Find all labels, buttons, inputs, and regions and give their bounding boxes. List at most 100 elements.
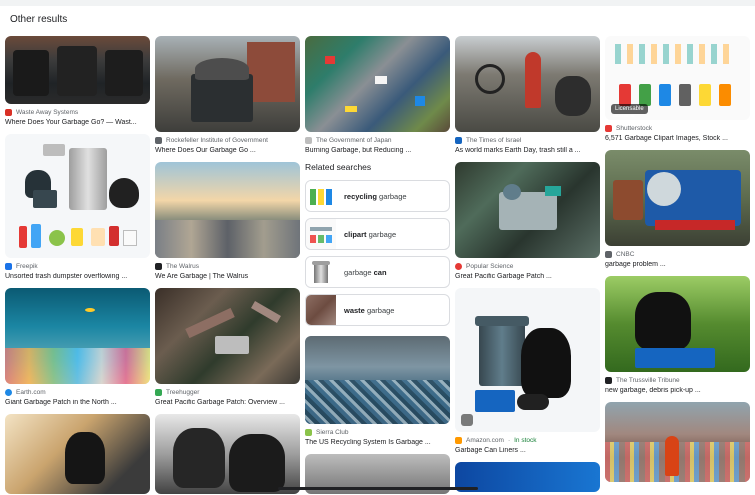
favicon-icon — [605, 125, 612, 132]
result-thumbnail[interactable] — [455, 288, 600, 432]
result-title[interactable]: Where Does Our Garbage Go ... — [155, 147, 300, 154]
results-column-1: Waste Away Systems Where Does Your Garba… — [5, 36, 150, 495]
section-heading: Other results — [10, 14, 68, 25]
result-title[interactable]: Garbage Can Liners ... — [455, 447, 600, 454]
results-column-5: Licensable shutterstock Shutterstock 6,5… — [605, 36, 750, 490]
related-searches-title: Related searches — [305, 162, 372, 172]
image-result[interactable]: Amazon.com · In stock Garbage Can Liners… — [455, 288, 600, 454]
favicon-icon — [305, 429, 312, 436]
result-thumbnail[interactable] — [5, 414, 150, 494]
result-title[interactable]: The US Recycling System Is Garbage ... — [305, 439, 450, 446]
result-source: Rockefeller Institute of Government — [155, 137, 300, 144]
image-result[interactable] — [605, 402, 750, 482]
image-result[interactable]: Freepik Unsorted trash dumpster overflow… — [5, 134, 150, 280]
related-search-recycling-garbage[interactable]: recycling garbage — [305, 180, 450, 212]
image-result[interactable]: Licensable shutterstock Shutterstock 6,5… — [605, 36, 750, 142]
result-source: The Times of Israel — [455, 137, 600, 144]
result-thumbnail[interactable] — [5, 134, 150, 258]
result-title[interactable]: Where Does Your Garbage Go? — Wast... — [5, 119, 150, 126]
result-thumbnail[interactable] — [155, 36, 300, 132]
image-result[interactable]: Treehugger Great Pacific Garbage Patch: … — [155, 288, 300, 406]
home-indicator[interactable] — [278, 487, 478, 490]
result-thumbnail[interactable]: Licensable shutterstock — [605, 36, 750, 120]
favicon-icon — [5, 389, 12, 396]
results-column-4: The Times of Israel As world marks Earth… — [455, 36, 600, 495]
favicon-icon — [455, 437, 462, 444]
result-thumbnail[interactable] — [155, 414, 300, 494]
related-search-label: waste garbage — [344, 305, 395, 315]
result-source: The Government of Japan — [305, 137, 450, 144]
waste-pile-icon — [306, 295, 336, 325]
image-result[interactable]: Sierra Club The US Recycling System Is G… — [305, 336, 450, 446]
result-thumbnail[interactable] — [155, 288, 300, 384]
result-title[interactable]: 6,571 Garbage Clipart Images, Stock ... — [605, 135, 750, 142]
result-thumbnail[interactable] — [455, 36, 600, 132]
image-result[interactable] — [5, 414, 150, 494]
image-search-icon[interactable] — [461, 414, 473, 426]
results-column-3: The Government of Japan Burning Garbage,… — [305, 36, 450, 495]
clipart-icon — [306, 219, 336, 249]
result-title[interactable]: Great Pacific Garbage Patch ... — [455, 273, 600, 280]
result-title[interactable]: Giant Garbage Patch in the North ... — [5, 399, 150, 406]
result-source: Earth.com — [5, 389, 150, 396]
favicon-icon — [5, 109, 12, 116]
result-source: CNBC — [605, 251, 750, 258]
image-result[interactable]: Earth.com Giant Garbage Patch in the Nor… — [5, 288, 150, 406]
result-title[interactable]: garbage problem ... — [605, 261, 750, 268]
result-thumbnail[interactable] — [305, 336, 450, 424]
image-result[interactable]: Waste Away Systems Where Does Your Garba… — [5, 36, 150, 126]
image-result[interactable]: Popular Science Great Pacific Garbage Pa… — [455, 162, 600, 280]
related-search-garbage-can[interactable]: garbage can — [305, 256, 450, 288]
result-thumbnail[interactable] — [305, 36, 450, 132]
related-search-clipart-garbage[interactable]: clipart garbage — [305, 218, 450, 250]
result-source: Waste Away Systems — [5, 109, 150, 116]
result-source: The Walrus — [155, 263, 300, 270]
result-title[interactable]: As world marks Earth Day, trash still a … — [455, 147, 600, 154]
result-thumbnail[interactable] — [605, 402, 750, 482]
result-source: Shutterstock — [605, 125, 750, 132]
favicon-icon — [155, 137, 162, 144]
favicon-icon — [155, 389, 162, 396]
result-source: The Trussville Tribune — [605, 377, 750, 384]
recycling-bins-icon — [306, 181, 336, 211]
result-thumbnail[interactable] — [5, 36, 150, 104]
image-result[interactable] — [155, 414, 300, 494]
favicon-icon — [605, 251, 612, 258]
image-result[interactable]: The Trussville Tribune new garbage, debr… — [605, 276, 750, 394]
result-source: Treehugger — [155, 389, 300, 396]
watermark: shutterstock — [613, 113, 635, 118]
result-thumbnail[interactable] — [605, 276, 750, 372]
result-title[interactable]: Burning Garbage, but Reducing ... — [305, 147, 450, 154]
result-title[interactable]: Unsorted trash dumpster overflowing ... — [5, 273, 150, 280]
image-result[interactable]: The Government of Japan Burning Garbage,… — [305, 36, 450, 154]
result-title[interactable]: Great Pacific Garbage Patch: Overview ..… — [155, 399, 300, 406]
result-thumbnail[interactable] — [605, 150, 750, 246]
related-searches: Related searches recycling garbage clipa… — [305, 162, 450, 326]
related-search-waste-garbage[interactable]: waste garbage — [305, 294, 450, 326]
result-title[interactable]: We Are Garbage | The Walrus — [155, 273, 300, 280]
favicon-icon — [155, 263, 162, 270]
trash-can-icon — [306, 257, 336, 287]
top-bar — [0, 0, 755, 6]
favicon-icon — [5, 263, 12, 270]
favicon-icon — [305, 137, 312, 144]
result-title[interactable]: new garbage, debris pick-up ... — [605, 387, 750, 394]
result-thumbnail[interactable] — [155, 162, 300, 258]
image-result[interactable]: The Walrus We Are Garbage | The Walrus — [155, 162, 300, 280]
result-thumbnail[interactable] — [455, 162, 600, 258]
related-search-label: clipart garbage — [344, 229, 397, 239]
result-source: Popular Science — [455, 263, 600, 270]
favicon-icon — [605, 377, 612, 384]
related-search-label: garbage can — [344, 267, 387, 277]
stock-status: In stock — [514, 437, 537, 444]
result-source: Amazon.com · In stock — [455, 437, 600, 444]
result-source: Freepik — [5, 263, 150, 270]
result-thumbnail[interactable] — [5, 288, 150, 384]
result-source: Sierra Club — [305, 429, 450, 436]
results-column-2: Rockefeller Institute of Government Wher… — [155, 36, 300, 495]
image-result[interactable]: The Times of Israel As world marks Earth… — [455, 36, 600, 154]
favicon-icon — [455, 137, 462, 144]
image-result[interactable]: CNBC garbage problem ... — [605, 150, 750, 268]
image-result[interactable]: Rockefeller Institute of Government Wher… — [155, 36, 300, 154]
favicon-icon — [455, 263, 462, 270]
